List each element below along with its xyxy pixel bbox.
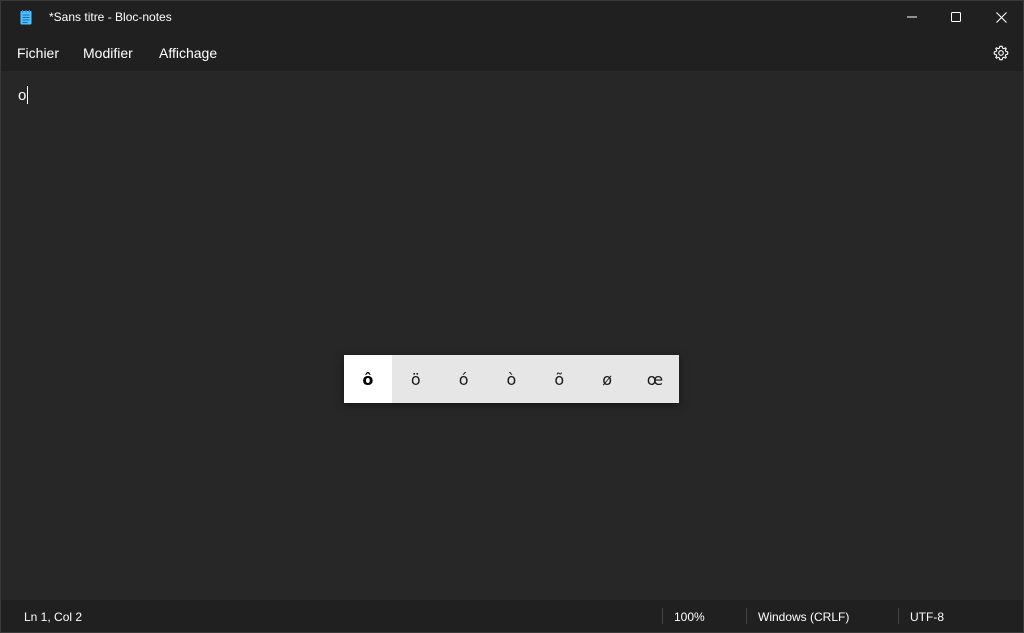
line-ending: Windows (CRLF) <box>758 610 850 624</box>
status-bar: Ln 1, Col 2 100% Windows (CRLF) UTF-8 <box>1 600 1023 632</box>
editor-content[interactable]: o <box>18 87 26 104</box>
maximize-icon <box>951 12 961 22</box>
settings-button[interactable] <box>991 43 1011 63</box>
maximize-button[interactable] <box>933 1 979 33</box>
accent-key-o-acute[interactable]: ó <box>440 355 488 403</box>
gear-icon <box>993 45 1009 61</box>
title-bar[interactable]: *Sans titre - Bloc-notes <box>1 1 1023 34</box>
text-editor[interactable]: o ô ö ó ò õ ø œ <box>1 71 1023 600</box>
accent-key-o-tilde[interactable]: õ <box>535 355 583 403</box>
accent-key-o-grave[interactable]: ò <box>488 355 536 403</box>
accent-key-o-circumflex[interactable]: ô <box>344 355 392 403</box>
encoding: UTF-8 <box>910 610 944 624</box>
menu-bar: Fichier Modifier Affichage <box>1 34 1023 71</box>
notepad-icon <box>20 10 32 25</box>
window-title: *Sans titre - Bloc-notes <box>49 10 172 24</box>
accent-key-o-diaeresis[interactable]: ö <box>392 355 440 403</box>
notepad-window: *Sans titre - Bloc-notes Fichier Modifie… <box>0 0 1024 633</box>
menu-modifier[interactable]: Modifier <box>83 45 133 61</box>
minimize-icon <box>907 16 917 18</box>
accent-key-o-stroke[interactable]: ø <box>583 355 631 403</box>
minimize-button[interactable] <box>889 1 935 33</box>
menu-affichage[interactable]: Affichage <box>159 45 217 61</box>
accent-key-oe-ligature[interactable]: œ <box>631 355 679 403</box>
cursor-position: Ln 1, Col 2 <box>24 610 83 624</box>
status-divider <box>662 608 663 624</box>
status-divider <box>898 608 899 624</box>
accent-character-popup: ô ö ó ò õ ø œ <box>344 355 679 403</box>
text-caret <box>27 86 28 104</box>
zoom-level: 100% <box>674 610 705 624</box>
status-divider <box>746 608 747 624</box>
close-icon <box>995 11 1007 23</box>
menu-fichier[interactable]: Fichier <box>17 45 59 61</box>
close-button[interactable] <box>978 1 1023 33</box>
